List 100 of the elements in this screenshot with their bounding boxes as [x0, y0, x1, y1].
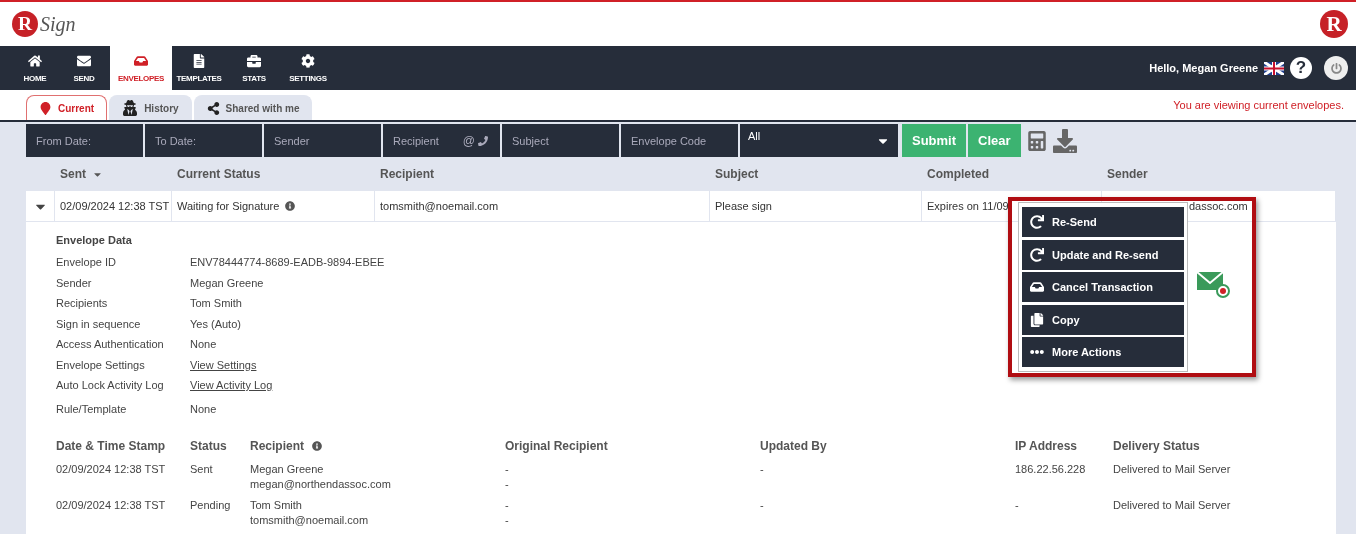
- power-icon: [1330, 62, 1342, 74]
- table-cell: -: [760, 499, 764, 511]
- table-cell: -: [760, 463, 764, 475]
- section-title: Envelope Data: [56, 234, 133, 246]
- table-cell: Delivered to Mail Server: [1113, 463, 1231, 475]
- select-field[interactable]: All: [740, 124, 898, 157]
- tab[interactable]: Shared with me: [193, 95, 313, 120]
- table-cell: 02/09/2024 12:38 TST: [60, 200, 170, 212]
- table-cell: Pending: [190, 499, 231, 511]
- power-button[interactable]: [1324, 56, 1348, 80]
- table-cell: -: [1015, 499, 1019, 511]
- column-header[interactable]: Sender: [1107, 167, 1148, 181]
- nav-tab[interactable]: SEND: [58, 46, 110, 90]
- field-label: Sign in sequence: [56, 316, 141, 332]
- table-cell: Delivered to Mail Server: [1113, 499, 1231, 511]
- column-header: Date & Time Stamp: [56, 439, 166, 453]
- filter-field[interactable]: From Date:: [26, 124, 143, 157]
- field-label: Sender: [56, 275, 92, 291]
- table-cell: -: [505, 478, 509, 490]
- column-header: Updated By: [760, 439, 827, 453]
- column-header: Delivery Status: [1113, 439, 1200, 453]
- field-label: Rule/Template: [56, 401, 127, 417]
- filter-field[interactable]: To Date:: [145, 124, 262, 157]
- logo-mark: R: [1320, 10, 1348, 38]
- home-icon: [28, 53, 42, 68]
- table-cell: tomsmith@noemail.com: [250, 514, 369, 526]
- tab[interactable]: Current: [26, 95, 108, 120]
- nav-tab[interactable]: TEMPLATES: [172, 46, 226, 90]
- table-cell: 186.22.56.228: [1015, 463, 1086, 475]
- briefcase-icon: [247, 53, 261, 68]
- logo-text: Sign: [40, 12, 76, 36]
- column-header[interactable]: Recipient: [380, 167, 434, 181]
- info-icon[interactable]: [285, 201, 296, 211]
- menu-item[interactable]: Copy: [1022, 304, 1184, 335]
- nav-tab[interactable]: SETTINGS: [282, 46, 334, 90]
- filter-field[interactable]: Envelope Code: [621, 124, 738, 157]
- envelope-settings-icon: [1196, 270, 1230, 300]
- share-icon: [206, 101, 220, 115]
- menu-item[interactable]: Re-Send: [1022, 207, 1184, 237]
- spy-icon: [122, 100, 139, 116]
- tab[interactable]: History: [109, 95, 192, 120]
- greeting: Hello, Megan Greene: [1149, 62, 1258, 74]
- filter-field[interactable]: Sender: [264, 124, 381, 157]
- menu-item[interactable]: Update and Re-send: [1022, 239, 1184, 270]
- table-cell: -: [505, 499, 509, 511]
- table-cell: megan@northendassoc.com: [250, 478, 391, 490]
- phone-icon: [478, 135, 488, 146]
- field-value: Megan Greene: [190, 275, 264, 291]
- flag-icon: [1264, 61, 1284, 75]
- notice-text: You are viewing current envelopes.: [1173, 99, 1345, 111]
- copy-icon: [1030, 312, 1044, 327]
- column-header[interactable]: Subject: [715, 167, 759, 181]
- refresh-icon: [1030, 215, 1044, 229]
- field-value: ENV78444774-8689-EADB-9894-EBEE: [190, 255, 385, 270]
- field-value: Tom Smith: [190, 296, 242, 311]
- field-value: None: [190, 337, 217, 352]
- table-cell: tomsmith@noemail.com: [380, 200, 499, 212]
- field-label: Envelope Settings: [56, 357, 145, 373]
- document-icon: [192, 53, 206, 68]
- gear-icon: [301, 53, 315, 68]
- field-value: None: [190, 401, 217, 417]
- field-label: Envelope ID: [56, 255, 116, 270]
- field-label: Auto Lock Activity Log: [56, 378, 164, 393]
- table-cell: -: [505, 514, 509, 526]
- logo-mark: R: [12, 11, 38, 37]
- menu-item[interactable]: More Actions: [1022, 337, 1184, 367]
- column-header: Status: [190, 439, 227, 453]
- filter-field[interactable]: Subject: [502, 124, 619, 157]
- column-header[interactable]: Sent: [60, 167, 86, 181]
- column-header: Original Recipient: [505, 439, 608, 453]
- inbox-icon: [134, 53, 148, 68]
- menu-item[interactable]: Cancel Transaction: [1022, 272, 1184, 302]
- table-cell: Please sign: [715, 200, 772, 212]
- table-cell: dassoc.com: [1189, 200, 1248, 212]
- refresh-icon: [1030, 247, 1044, 262]
- field-label: Recipients: [56, 296, 108, 311]
- table-cell: 02/09/2024 12:38 TST: [56, 463, 166, 475]
- column-header: IP Address: [1015, 439, 1078, 453]
- help-button[interactable]: ?: [1290, 57, 1312, 79]
- table-cell: 02/09/2024 12:38 TST: [56, 499, 166, 511]
- table-cell: Expires on 11/09: [927, 200, 1009, 212]
- at-sign: @: [462, 133, 475, 148]
- column-header[interactable]: Current Status: [177, 167, 261, 181]
- link[interactable]: View Settings: [190, 354, 257, 375]
- nav-tab[interactable]: STATS: [226, 46, 282, 90]
- inbox-icon: [1030, 280, 1044, 294]
- table-cell: Megan Greene: [250, 463, 324, 475]
- table-cell: Waiting for Signature: [177, 200, 280, 212]
- field-value: Yes (Auto): [190, 316, 241, 332]
- nav-tab[interactable]: ENVELOPES: [110, 46, 172, 90]
- field-label: Access Authentication: [56, 337, 164, 352]
- info-icon[interactable]: [312, 441, 322, 451]
- table-cell: Sent: [190, 463, 213, 475]
- envelope-icon: [77, 53, 91, 68]
- pin-icon: [39, 101, 52, 115]
- column-header: Recipient: [250, 439, 304, 453]
- link[interactable]: View Activity Log: [190, 375, 273, 396]
- table-cell: -: [505, 463, 509, 475]
- nav-tab[interactable]: HOME: [12, 46, 58, 90]
- column-header[interactable]: Completed: [927, 167, 989, 181]
